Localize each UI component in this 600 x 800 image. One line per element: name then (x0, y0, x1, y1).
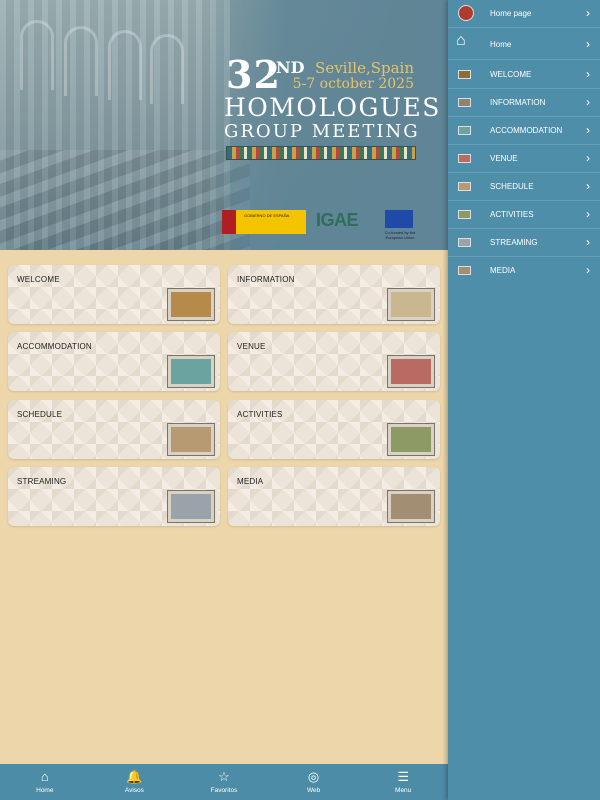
tile-venue[interactable]: VENUE (228, 332, 440, 391)
tile-label: WELCOME (17, 275, 60, 284)
menu-item-home[interactable]: ⌂ Home › (448, 29, 600, 60)
tile-thumbnail (167, 490, 215, 523)
photo-icon (458, 210, 471, 219)
chevron-right-icon: › (586, 235, 590, 249)
event-city: Seville,Spain (315, 59, 414, 77)
tile-thumbnail (387, 490, 435, 523)
eu-logo-caption: Co-funded by the European Union (384, 230, 416, 240)
ministry-logo: GOBIERNO DE ESPAÑA (222, 210, 306, 234)
tab-label: Home (36, 787, 54, 794)
edition-number: 32 (226, 52, 281, 97)
menu-item-label: SCHEDULE (490, 182, 534, 191)
photo-icon (458, 126, 471, 135)
chevron-right-icon: › (586, 151, 590, 165)
tab-label: Favoritos (210, 787, 238, 794)
globe-icon: ◎ (307, 769, 320, 784)
tile-label: ACTIVITIES (237, 410, 283, 419)
tile-label: MEDIA (237, 477, 264, 486)
menu-item-label: ACCOMMODATION (490, 126, 563, 135)
menu-item-venue[interactable]: VENUE › (448, 145, 600, 173)
tile-schedule[interactable]: SCHEDULE (8, 400, 220, 459)
event-dates: 5-7 october 2025 (292, 76, 414, 92)
tile-label: INFORMATION (237, 275, 295, 284)
bell-icon: 🔔 (126, 769, 143, 784)
bottom-tab-bar: ⌂ Home 🔔 Avisos ☆ Favoritos ◎ Web ☰ Menu (0, 764, 448, 800)
menu-item-welcome[interactable]: WELCOME › (448, 61, 600, 89)
star-icon: ☆ (218, 769, 230, 784)
photo-icon (458, 238, 471, 247)
chevron-right-icon: › (586, 37, 590, 51)
tab-avisos[interactable]: 🔔 Avisos (104, 764, 164, 800)
menu-item-label: WELCOME (490, 70, 532, 79)
menu-item-label: MEDIA (490, 266, 516, 275)
side-menu: Home page › ⌂ Home › WELCOME › INFORMATI… (448, 0, 600, 800)
tab-favoritos[interactable]: ☆ Favoritos (194, 764, 254, 800)
arch-decoration (20, 20, 54, 90)
eu-flag-logo (385, 210, 413, 228)
hamburger-icon: ☰ (397, 769, 409, 784)
menu-item-label: ACTIVITIES (490, 210, 534, 219)
chevron-right-icon: › (586, 179, 590, 193)
chevron-right-icon: › (586, 6, 590, 20)
tile-thumbnail (387, 423, 435, 456)
menu-item-media[interactable]: MEDIA › (448, 257, 600, 285)
tile-welcome[interactable]: WELCOME (8, 265, 220, 324)
tile-activities[interactable]: ACTIVITIES (228, 400, 440, 459)
event-banner: 32 ND Seville,Spain 5-7 october 2025 HOM… (0, 0, 448, 250)
main-area: 32 ND Seville,Spain 5-7 october 2025 HOM… (0, 0, 448, 800)
menu-item-streaming[interactable]: STREAMING › (448, 229, 600, 257)
tab-home[interactable]: ⌂ Home (15, 764, 75, 800)
menu-item-activities[interactable]: ACTIVITIES › (448, 201, 600, 229)
chevron-right-icon: › (586, 95, 590, 109)
tile-streaming[interactable]: STREAMING (8, 467, 220, 526)
tile-label: SCHEDULE (17, 410, 63, 419)
tab-label: Menu (395, 787, 412, 794)
photo-icon (458, 266, 471, 275)
menu-item-schedule[interactable]: SCHEDULE › (448, 173, 600, 201)
arch-decoration (64, 26, 98, 96)
tile-thumbnail (167, 355, 215, 388)
chevron-right-icon: › (586, 207, 590, 221)
menu-item-accommodation[interactable]: ACCOMMODATION › (448, 117, 600, 145)
photo-icon (458, 70, 471, 79)
menu-item-label: Home (490, 40, 512, 49)
tile-thumbnail (387, 355, 435, 388)
home-icon: ⌂ (40, 769, 49, 784)
photo-icon (458, 98, 471, 107)
tile-label: ACCOMMODATION (17, 342, 92, 351)
menu-item-home-page[interactable]: Home page › (448, 0, 600, 28)
chevron-right-icon: › (586, 67, 590, 81)
tab-web[interactable]: ◎ Web (284, 764, 344, 800)
event-title-line2: GROUP MEETING (224, 121, 420, 142)
menu-item-label: Home page (490, 9, 532, 18)
chevron-right-icon: › (586, 123, 590, 137)
arch-decoration (108, 30, 142, 100)
edition-suffix: ND (276, 58, 305, 77)
photo-icon (458, 182, 471, 191)
menu-item-label: VENUE (490, 154, 518, 163)
event-title-line1: HOMOLOGUES (224, 93, 441, 122)
tile-label: STREAMING (17, 477, 67, 486)
chevron-right-icon: › (586, 263, 590, 277)
home-icon: ⌂ (456, 32, 466, 49)
logo-icon (458, 5, 474, 21)
tile-media[interactable]: MEDIA (228, 467, 440, 526)
igae-logo: IGAE (316, 210, 359, 230)
tile-accommodation[interactable]: ACCOMMODATION (8, 332, 220, 391)
tab-label: Web (306, 787, 321, 794)
menu-item-label: INFORMATION (490, 98, 546, 107)
mosaic-strip (226, 146, 416, 160)
tile-label: VENUE (237, 342, 266, 351)
menu-item-information[interactable]: INFORMATION › (448, 89, 600, 117)
tile-thumbnail (167, 423, 215, 456)
tile-thumbnail (167, 288, 215, 321)
arch-decoration (150, 34, 184, 104)
photo-icon (458, 154, 471, 163)
tile-information[interactable]: INFORMATION (228, 265, 440, 324)
tab-menu[interactable]: ☰ Menu (373, 764, 433, 800)
tile-thumbnail (387, 288, 435, 321)
menu-item-label: STREAMING (490, 238, 538, 247)
tab-label: Avisos (124, 787, 144, 794)
